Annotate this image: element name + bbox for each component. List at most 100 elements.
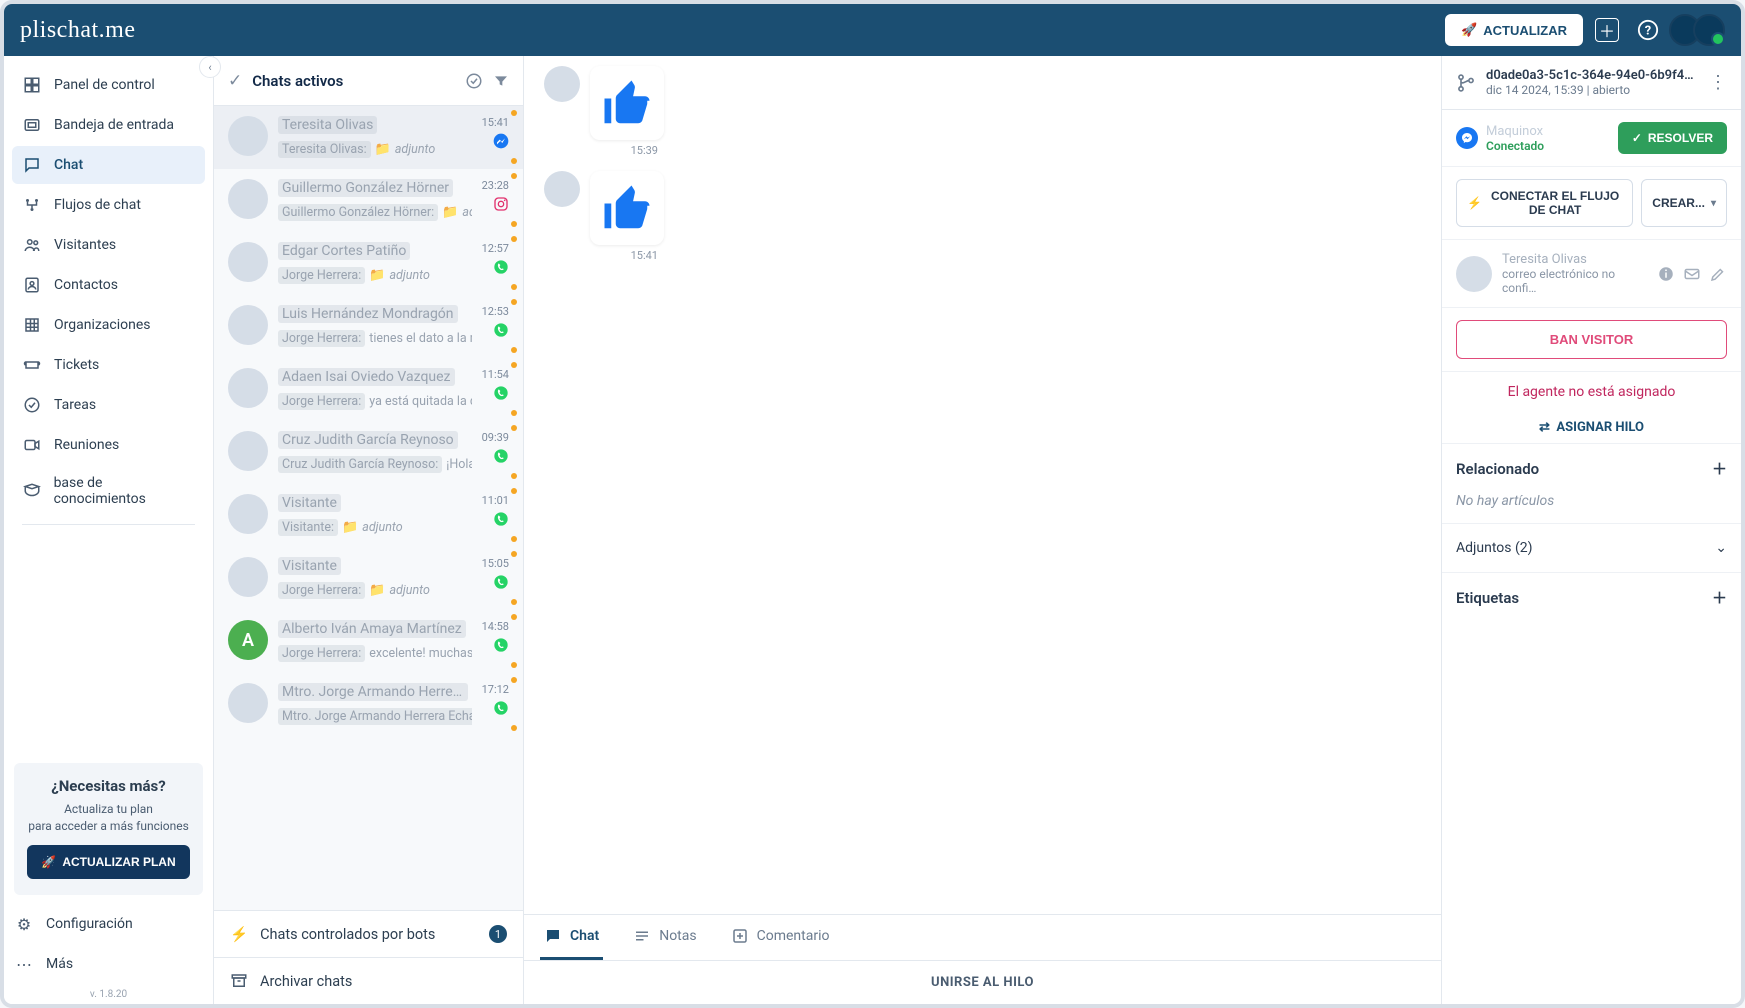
sidebar-item-label: base de conocimientos xyxy=(54,475,195,507)
sidebar-item-flow[interactable]: Flujos de chat xyxy=(12,186,205,224)
chat-item[interactable]: AAlberto Iván Amaya MartínezJorge Herrer… xyxy=(214,610,523,673)
assign-icon: ⇄ xyxy=(1539,420,1550,435)
flow-icon xyxy=(22,195,42,215)
sidebar-item-tickets[interactable]: Tickets xyxy=(12,346,205,384)
unread-dot xyxy=(511,677,517,683)
chat-preview: Jorge Herrera: tienes el dato a la m… xyxy=(278,330,472,347)
status-dot xyxy=(511,725,517,731)
sidebar-item-meetings[interactable]: Reuniones xyxy=(12,426,205,464)
chevron-down-icon: ⌄ xyxy=(1715,540,1727,556)
related-empty: No hay artículos xyxy=(1442,493,1741,523)
chat-preview: Jorge Herrera: 📁 adjunto xyxy=(278,267,472,284)
chat-item[interactable]: Luis Hernández MondragónJorge Herrera: t… xyxy=(214,295,523,358)
status-dot xyxy=(511,158,517,164)
related-section[interactable]: Relacionado ＋ xyxy=(1442,443,1741,493)
chat-preview: Jorge Herrera: excelente! muchas g… xyxy=(278,645,472,662)
sidebar-item-label: Panel de control xyxy=(54,77,155,93)
upgrade-plan-button[interactable]: 🚀 ACTUALIZAR PLAN xyxy=(27,845,189,879)
chat-avatar xyxy=(228,368,268,408)
sidebar-item-inbox[interactable]: Bandeja de entrada xyxy=(12,106,205,144)
kebab-icon[interactable]: ⋮ xyxy=(1709,72,1727,93)
sidebar-item-kb[interactable]: base de conocimientos xyxy=(12,466,205,516)
chat-item[interactable]: Teresita OlivasTeresita Olivas: 📁 adjunt… xyxy=(214,106,523,169)
chat-item[interactable]: Edgar Cortes PatiñoJorge Herrera: 📁 adju… xyxy=(214,232,523,295)
chat-item[interactable]: Cruz Judith García ReynosoCruz Judith Ga… xyxy=(214,421,523,484)
chat-time: 09:39 xyxy=(482,431,509,444)
contact-avatar xyxy=(1456,256,1492,292)
create-button[interactable]: CREAR... ▾ xyxy=(1641,179,1727,227)
add-icon[interactable]: ＋ xyxy=(1595,18,1619,42)
chat-avatar xyxy=(228,179,268,219)
unread-dot xyxy=(511,236,517,242)
chat-avatar xyxy=(228,683,268,723)
visitors-icon xyxy=(22,235,42,255)
user-avatars[interactable] xyxy=(1677,14,1725,46)
sidebar-item-contacts[interactable]: Contactos xyxy=(12,266,205,304)
chat-name: Teresita Olivas xyxy=(278,116,377,134)
chat-item[interactable]: VisitanteJorge Herrera: 📁 adjunto15:05 xyxy=(214,547,523,610)
edit-icon[interactable] xyxy=(1709,265,1727,283)
resolve-button[interactable]: ✓ RESOLVER xyxy=(1618,122,1727,154)
attachments-section[interactable]: Adjuntos (2) ⌄ xyxy=(1442,523,1741,572)
ban-visitor-button[interactable]: BAN VISITOR xyxy=(1456,320,1727,359)
message-row: 15:39 xyxy=(544,66,1421,157)
sidebar-item-visitors[interactable]: Visitantes xyxy=(12,226,205,264)
notes-icon xyxy=(633,927,651,945)
archive-chats-section[interactable]: Archivar chats xyxy=(214,958,523,1004)
sidebar-item-tasks[interactable]: Tareas xyxy=(12,386,205,424)
connect-flow-button[interactable]: ⚡ CONECTAR EL FLUJO DE CHAT xyxy=(1456,179,1633,227)
plus-icon[interactable]: ＋ xyxy=(1712,587,1727,608)
plus-icon[interactable]: ＋ xyxy=(1712,458,1727,479)
version-label: v. 1.8.20 xyxy=(4,985,213,1004)
filter-icon[interactable] xyxy=(493,73,509,89)
sidebar-item-label: Organizaciones xyxy=(54,317,151,333)
chat-item[interactable]: Adaen Isai Oviedo VazquezJorge Herrera: … xyxy=(214,358,523,421)
chat-name: Mtro. Jorge Armando Herrera E… xyxy=(278,683,468,701)
contacts-icon xyxy=(22,275,42,295)
brand-logo: plischat.me xyxy=(20,17,135,44)
unread-dot xyxy=(511,299,517,305)
upgrade-box: ¿Necesitas más? Actualiza tu planpara ac… xyxy=(14,763,203,895)
chat-time: 23:28 xyxy=(482,179,509,192)
messenger-icon xyxy=(493,133,509,149)
info-icon[interactable] xyxy=(1657,265,1675,283)
update-button[interactable]: 🚀 ACTUALIZAR xyxy=(1445,14,1583,46)
conversation-column: 15:3915:41 Chat Notas Comentario UNIRSE … xyxy=(524,56,1441,1004)
whatsapp-icon xyxy=(493,259,509,275)
whatsapp-icon xyxy=(493,448,509,464)
status-dot xyxy=(511,221,517,227)
chat-item[interactable]: Mtro. Jorge Armando Herrera E…Mtro. Jorg… xyxy=(214,673,523,736)
bolt-icon: ⚡ xyxy=(1467,196,1482,210)
sidebar-more[interactable]: ⋯ Más xyxy=(4,945,213,983)
org-icon xyxy=(22,315,42,335)
sidebar-item-dashboard[interactable]: Panel de control xyxy=(12,66,205,104)
bot-badge: 1 xyxy=(489,925,507,943)
mail-icon[interactable] xyxy=(1683,265,1701,283)
chat-avatar xyxy=(228,305,268,345)
whatsapp-icon xyxy=(493,637,509,653)
sidebar-item-org[interactable]: Organizaciones xyxy=(12,306,205,344)
check-icon[interactable]: ✓ xyxy=(228,71,242,91)
bot-chats-section[interactable]: ⚡ Chats controlados por bots 1 xyxy=(214,911,523,958)
tab-chat[interactable]: Chat xyxy=(540,915,603,960)
join-thread-button[interactable]: UNIRSE AL HILO xyxy=(524,960,1441,1004)
chat-item[interactable]: Guillermo González HörnerGuillermo Gonzá… xyxy=(214,169,523,232)
tab-comment[interactable]: Comentario xyxy=(727,915,834,960)
help-icon[interactable]: ? xyxy=(1631,13,1665,47)
check-circle-icon[interactable] xyxy=(465,72,483,90)
assign-thread-button[interactable]: ⇄ ASIGNAR HILO xyxy=(1442,412,1741,443)
archive-icon xyxy=(230,972,248,990)
tags-section[interactable]: Etiquetas ＋ xyxy=(1442,572,1741,622)
chat-avatar xyxy=(228,242,268,282)
chat-item[interactable]: VisitanteVisitante: 📁 adjunto11:01 xyxy=(214,484,523,547)
tab-notes[interactable]: Notas xyxy=(629,915,700,960)
unread-dot xyxy=(511,551,517,557)
sidebar-item-chat[interactable]: Chat xyxy=(12,146,205,184)
chat-time: 15:05 xyxy=(482,557,509,570)
message-time: 15:39 xyxy=(590,144,664,157)
gear-icon: ⚙ xyxy=(14,914,34,934)
chat-avatar xyxy=(228,557,268,597)
sidebar-settings[interactable]: ⚙ Configuración xyxy=(4,905,213,943)
comment-add-icon xyxy=(731,927,749,945)
collapse-sidebar-button[interactable]: ‹ xyxy=(199,56,221,78)
